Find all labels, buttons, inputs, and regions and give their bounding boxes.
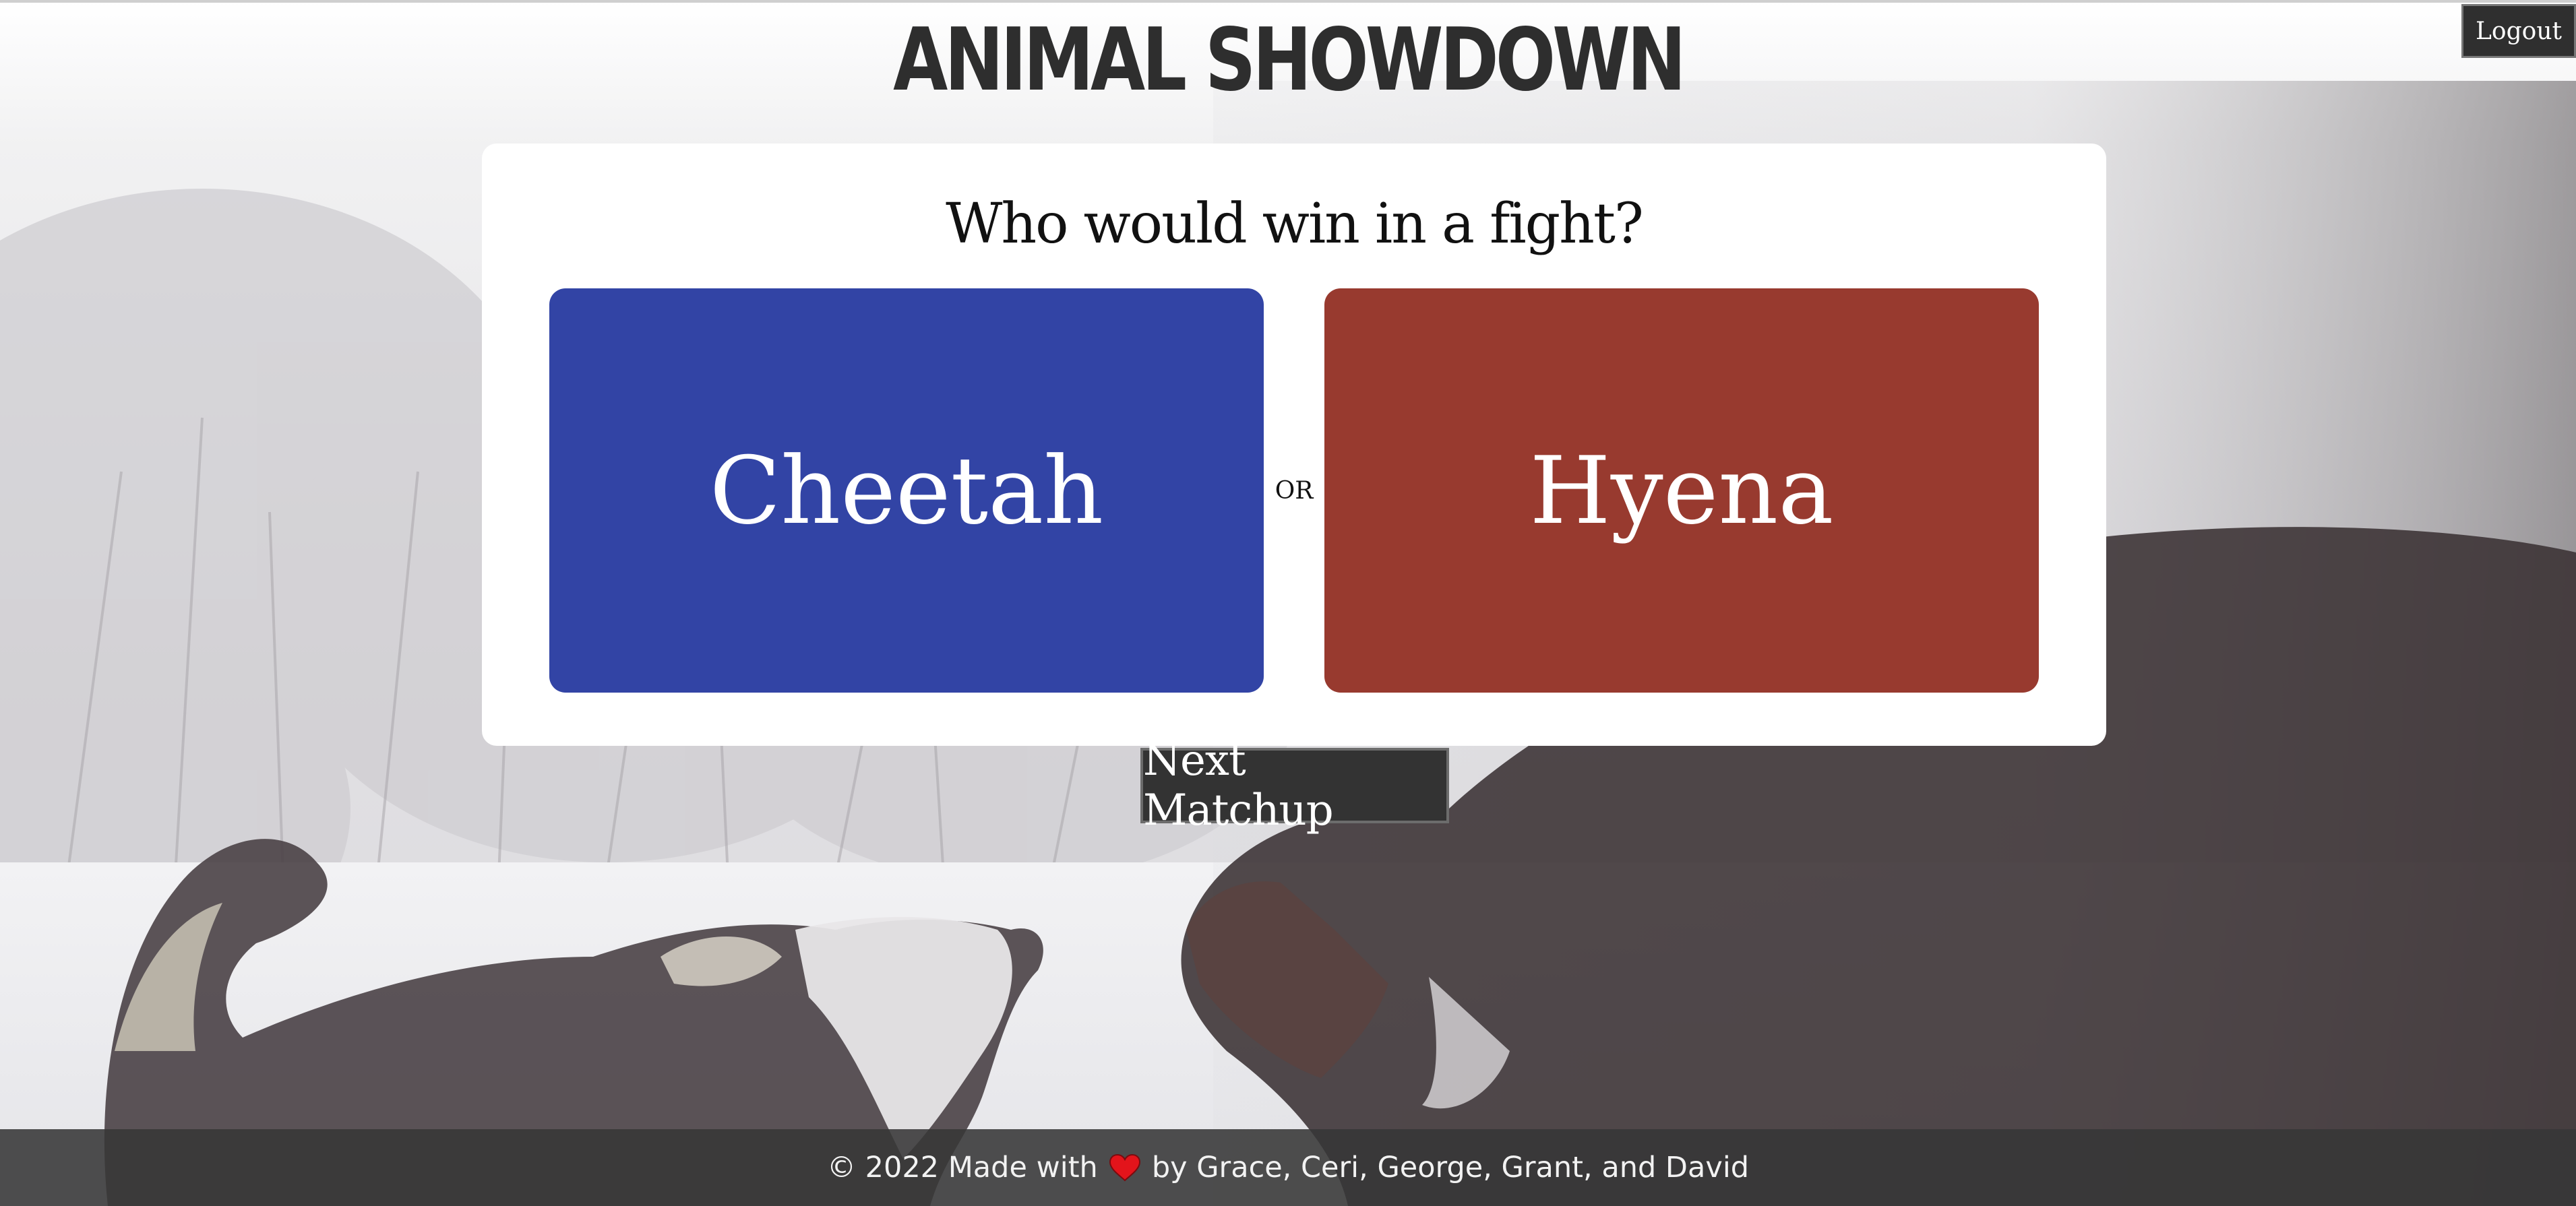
choice-b-label: Hyena <box>1529 436 1834 545</box>
choice-a-label: Cheetah <box>709 436 1104 545</box>
matchup-question: Who would win in a fight? <box>946 192 1644 256</box>
choice-b-button[interactable]: Hyena <box>1324 288 2039 693</box>
heart-icon <box>1109 1153 1141 1182</box>
matchup-card: Who would win in a fight? Cheetah OR Hye… <box>482 144 2106 746</box>
footer-prefix: © 2022 Made with <box>826 1151 1098 1184</box>
logout-button[interactable]: Logout <box>2461 4 2576 58</box>
or-separator: OR <box>1275 477 1314 505</box>
footer: © 2022 Made with by Grace, Ceri, George,… <box>0 1129 2576 1206</box>
top-rule <box>0 0 2576 3</box>
page-title: ANIMAL SHOWDOWN <box>893 10 1686 110</box>
footer-credits: by Grace, Ceri, George, Grant, and David <box>1151 1151 1750 1184</box>
choice-a-button[interactable]: Cheetah <box>549 288 1264 693</box>
next-matchup-button[interactable]: Next Matchup <box>1140 736 1449 835</box>
